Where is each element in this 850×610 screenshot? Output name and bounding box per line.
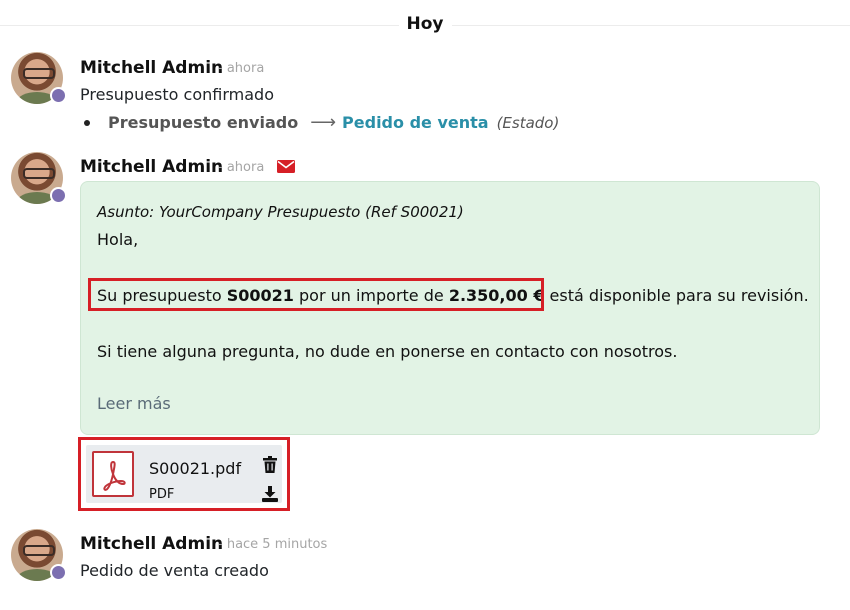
message-time: - ahora xyxy=(218,61,265,76)
attachment-card[interactable]: S00021.pdf PDF xyxy=(78,437,290,511)
message-body: Pedido de venta creado xyxy=(80,561,269,580)
avatar[interactable] xyxy=(11,152,67,204)
arrow-right-icon: ⟶ xyxy=(310,112,337,133)
tracking-field-name: (Estado) xyxy=(496,113,560,132)
tracking-new-value: Pedido de venta xyxy=(342,113,489,132)
avatar[interactable] xyxy=(11,52,67,104)
presence-status-icon xyxy=(50,187,67,204)
message-author[interactable]: Mitchell Admin xyxy=(80,157,223,177)
day-separator: Hoy xyxy=(0,0,850,36)
bullet xyxy=(84,119,90,126)
tracking-value: Presupuesto enviado ⟶ Pedido de venta (E… xyxy=(84,112,559,133)
sentence-suffix: está disponible para su revisión. xyxy=(544,286,809,305)
message-time: - hace 5 minutos xyxy=(218,537,328,552)
message-author[interactable]: Mitchell Admin xyxy=(80,58,223,78)
message-body: Presupuesto confirmado xyxy=(80,85,274,104)
day-label: Hoy xyxy=(398,14,452,34)
trash-icon[interactable] xyxy=(263,456,277,473)
pdf-file-icon xyxy=(92,451,134,497)
email-subject: Asunto: YourCompany Presupuesto (Ref S00… xyxy=(97,203,464,221)
envelope-icon xyxy=(277,160,295,173)
message-time: - ahora xyxy=(218,160,265,175)
message-author[interactable]: Mitchell Admin xyxy=(80,534,223,554)
avatar[interactable] xyxy=(11,529,67,581)
presence-status-icon xyxy=(50,564,67,581)
attachment-filetype: PDF xyxy=(149,487,175,502)
attachment-filename: S00021.pdf xyxy=(149,459,242,478)
tracking-old-value: Presupuesto enviado xyxy=(108,113,299,132)
read-more-link[interactable]: Leer más xyxy=(97,394,171,413)
presence-status-icon xyxy=(50,87,67,104)
email-greeting: Hola, xyxy=(97,230,139,249)
highlight-box-quote xyxy=(88,278,544,311)
email-contact-sentence: Si tiene alguna pregunta, no dude en pon… xyxy=(97,342,678,361)
download-icon[interactable] xyxy=(262,486,278,502)
